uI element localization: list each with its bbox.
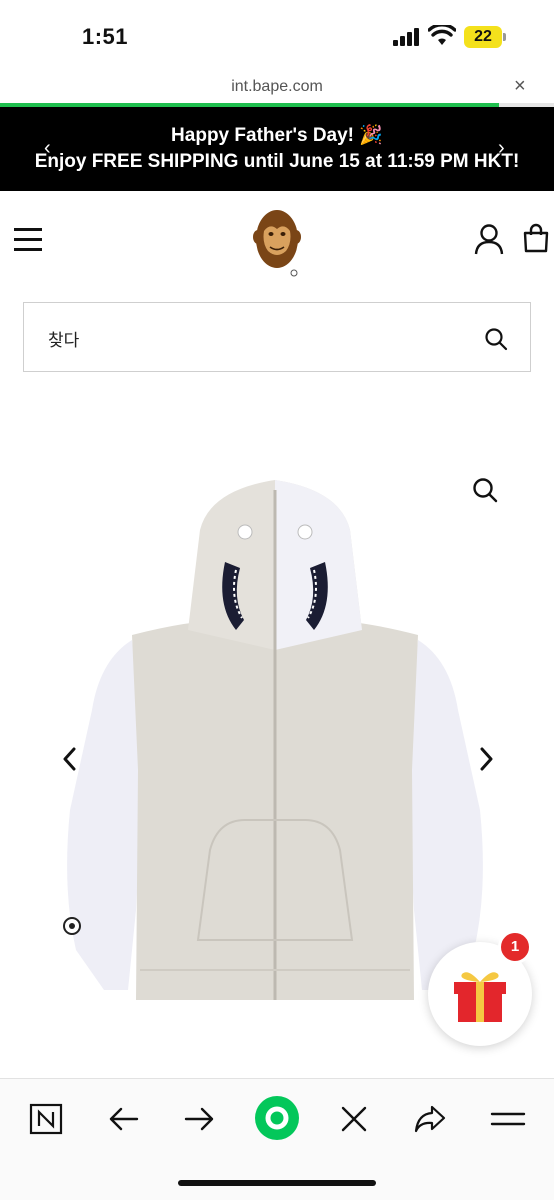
url-bar[interactable]: int.bape.com × [0, 72, 554, 104]
back-icon[interactable] [103, 1099, 143, 1139]
site-header [0, 191, 554, 291]
forward-icon[interactable] [180, 1099, 220, 1139]
promo-message: Enjoy FREE SHIPPING until June 15 at 11:… [34, 151, 520, 172]
ape-head-logo[interactable] [252, 203, 302, 277]
naver-n-icon[interactable] [26, 1099, 66, 1139]
status-bar: 1:51 22 [0, 0, 554, 70]
gift-icon [454, 972, 506, 1022]
shopping-bag-icon[interactable] [522, 223, 550, 253]
home-indicator [178, 1180, 376, 1186]
chevron-right-icon[interactable] [476, 746, 496, 772]
promo-next-button[interactable]: › [498, 137, 505, 160]
search-input[interactable]: 찾다 [48, 326, 79, 351]
search-icon[interactable] [484, 327, 508, 351]
hamburger-icon[interactable] [14, 228, 42, 252]
url-text[interactable]: int.bape.com [0, 78, 554, 96]
search-field[interactable]: 찾다 [23, 302, 531, 372]
chevron-left-icon[interactable] [60, 746, 80, 772]
menu-icon[interactable] [488, 1099, 528, 1139]
close-icon[interactable] [334, 1099, 374, 1139]
battery-icon: 22 [464, 26, 506, 48]
green-home-icon[interactable] [254, 1095, 300, 1141]
gift-badge: 1 [498, 930, 532, 964]
status-time: 1:51 [82, 24, 129, 49]
battery-level: 22 [474, 28, 492, 45]
account-icon[interactable] [474, 223, 504, 255]
wifi-icon [428, 25, 456, 45]
promo-banner: ‹ Happy Father's Day! 🎉 Enjoy FREE SHIPP… [0, 107, 554, 191]
zoom-icon[interactable] [472, 477, 498, 503]
promo-headline: Happy Father's Day! 🎉 [171, 125, 383, 146]
close-icon[interactable]: × [514, 75, 526, 98]
share-icon[interactable] [410, 1099, 450, 1139]
product-image[interactable] [40, 470, 510, 1030]
cellular-signal-icon [393, 28, 419, 46]
